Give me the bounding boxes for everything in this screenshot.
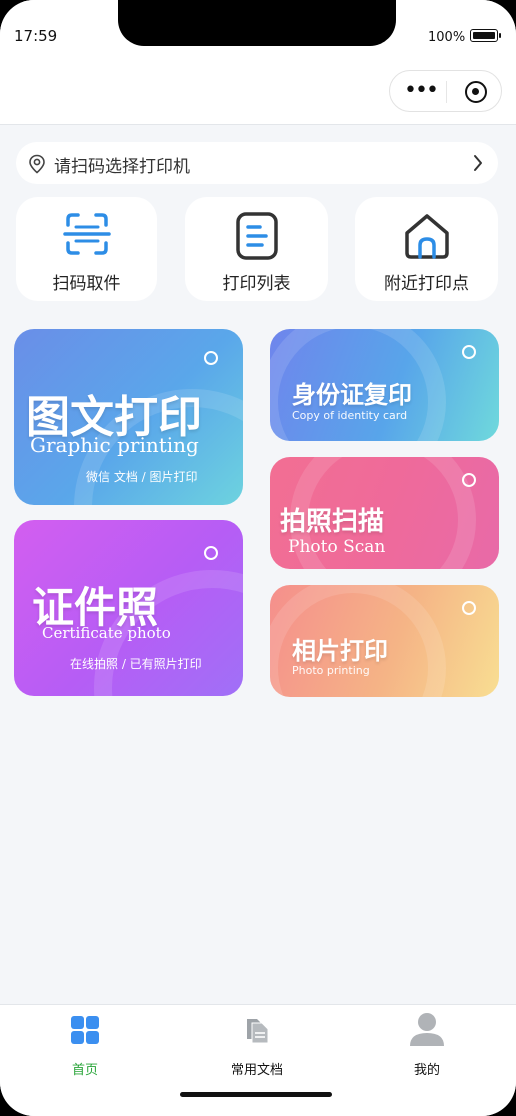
mini-program-capsule: •••	[389, 70, 502, 112]
card-desc: 在线拍照 / 已有照片打印	[70, 657, 202, 671]
tab-bar: 首页 常用文档 我的	[0, 1004, 516, 1116]
tab-label: 常用文档	[230, 1063, 283, 1078]
card-photo-print[interactable]: 相片打印 Photo printing	[270, 585, 499, 697]
card-circle-icon	[462, 473, 476, 487]
chevron-right-icon	[474, 155, 482, 171]
card-circle-icon	[462, 345, 476, 359]
documents-icon	[247, 1019, 269, 1044]
battery-percent: 100%	[428, 30, 466, 45]
card-photo-scan[interactable]: 拍照扫描 Photo Scan	[270, 457, 499, 569]
card-desc: 微信 文档 / 图片打印	[86, 470, 198, 484]
card-certificate-photo[interactable]: 证件照 Certificate photo 在线拍照 / 已有照片打印	[14, 520, 243, 696]
quick-action-label: 扫码取件	[52, 274, 121, 294]
close-target-icon[interactable]	[465, 81, 487, 103]
tab-label: 我的	[413, 1063, 440, 1078]
card-circle-icon	[204, 351, 218, 365]
quick-action-scan-pickup[interactable]: 扫码取件	[16, 197, 157, 301]
phone-screen: 17:59 100% ••• 请扫码选择打印机 扫码取件 打印列表 附近打印点 …	[0, 0, 516, 1116]
card-circle-icon	[462, 601, 476, 615]
status-bar: 17:59 100%	[0, 0, 516, 68]
tab-label: 首页	[71, 1063, 98, 1078]
home-grid-icon	[71, 1016, 99, 1044]
battery-icon	[470, 29, 501, 42]
quick-action-nearby-printers[interactable]: 附近打印点	[355, 197, 498, 301]
card-subtitle: Certificate photo	[42, 624, 171, 642]
quick-action-label: 附近打印点	[384, 274, 469, 294]
home-location-icon	[404, 214, 449, 259]
card-subtitle: Photo Scan	[288, 537, 386, 557]
capsule-divider	[446, 81, 447, 103]
card-title: 相片打印	[292, 637, 388, 665]
select-printer-bar[interactable]: 请扫码选择打印机	[16, 142, 498, 184]
home-indicator	[180, 1092, 332, 1097]
notch	[118, 0, 396, 46]
quick-action-label: 打印列表	[222, 274, 291, 294]
more-icon[interactable]: •••	[404, 80, 439, 102]
select-printer-text: 请扫码选择打印机	[54, 157, 190, 177]
location-pin-icon	[29, 154, 45, 174]
card-subtitle: Graphic printing	[30, 433, 199, 457]
card-title: 身份证复印	[292, 381, 412, 409]
card-circle-icon	[204, 546, 218, 560]
user-icon	[410, 1013, 444, 1046]
status-time: 17:59	[14, 27, 58, 45]
card-graphic-printing[interactable]: 图文打印 Graphic printing 微信 文档 / 图片打印	[14, 329, 243, 505]
nav-bar: •••	[0, 68, 516, 125]
scan-icon	[62, 213, 111, 255]
card-subtitle: Copy of identity card	[292, 409, 408, 422]
card-title: 拍照扫描	[280, 507, 385, 537]
document-list-icon	[235, 212, 278, 260]
card-subtitle: Photo printing	[292, 664, 370, 677]
quick-action-print-list[interactable]: 打印列表	[185, 197, 328, 301]
card-id-copy[interactable]: 身份证复印 Copy of identity card	[270, 329, 499, 441]
